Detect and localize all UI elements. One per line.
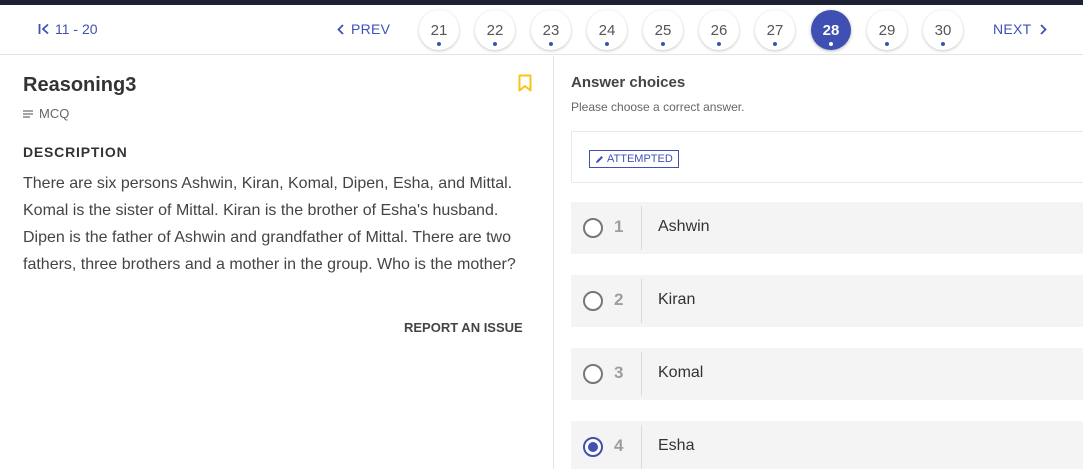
prev-label: PREV [351,21,391,37]
answer-option-3[interactable]: 3 Komal [571,348,1083,400]
question-title: Reasoning3 [23,74,137,96]
page-range-button[interactable]: 11 - 20 [38,21,98,37]
attempted-dot [437,42,441,46]
question-type: MCQ [23,106,69,121]
attempted-dot [661,42,665,46]
next-label: NEXT [993,21,1032,37]
page-number-28[interactable]: 28 [811,10,851,50]
option-divider [641,352,642,396]
page-number-22[interactable]: 22 [475,10,515,50]
answer-choices-heading: Answer choices [571,74,686,91]
bookmark-icon [518,74,532,92]
page-number-25[interactable]: 25 [643,10,683,50]
radio-button[interactable] [583,437,603,457]
radio-button[interactable] [583,364,603,384]
option-divider [641,425,642,469]
answer-status-box: ATTEMPTED [571,131,1083,183]
option-label: Esha [658,437,695,454]
question-description: There are six persons Ashwin, Kiran, Kom… [23,175,516,273]
prev-button[interactable]: PREV [337,21,390,37]
attempted-dot [829,42,833,46]
first-page-icon [38,23,50,35]
answer-panel: Answer choices Please choose a correct a… [555,56,1083,469]
pencil-icon [596,155,603,163]
question-panel: Reasoning3 MCQ DESCRIPTION There are six… [0,56,554,469]
question-type-label: MCQ [39,106,70,121]
page-number-29[interactable]: 29 [867,10,907,50]
option-number: 2 [614,290,624,309]
attempted-dot [549,42,553,46]
attempted-badge: ATTEMPTED [589,150,679,168]
option-number: 4 [614,436,624,455]
report-issue-link[interactable]: REPORT AN ISSUE [404,320,523,335]
page-number-23[interactable]: 23 [531,10,571,50]
answer-option-1[interactable]: 1 Ashwin [571,202,1083,254]
list-icon [23,109,33,118]
description-heading: DESCRIPTION [23,144,128,160]
answer-option-2[interactable]: 2 Kiran [571,275,1083,327]
answer-option-4[interactable]: 4 Esha [571,421,1083,469]
page-number-label: 26 [710,21,728,39]
chevron-right-icon [1039,23,1047,35]
attempted-dot [717,42,721,46]
page-number-label: 29 [878,21,896,39]
radio-button[interactable] [583,291,603,311]
option-divider [641,206,642,250]
option-divider [641,279,642,323]
page-number-21[interactable]: 21 [419,10,459,50]
attempted-dot [885,42,889,46]
page-number-label: 28 [822,21,840,39]
page-number-label: 23 [542,21,560,39]
next-button[interactable]: NEXT [993,21,1047,37]
chevron-left-icon [337,23,344,35]
attempted-dot [493,42,497,46]
page-number-30[interactable]: 30 [923,10,963,50]
option-number: 1 [614,217,624,236]
option-label: Komal [658,364,704,381]
page-number-27[interactable]: 27 [755,10,795,50]
attempted-dot [773,42,777,46]
page-number-label: 21 [430,21,448,39]
attempted-dot [605,42,609,46]
answer-choices-subheading: Please choose a correct answer. [571,100,745,114]
page-number-label: 22 [486,21,504,39]
bookmark-button[interactable] [518,74,532,97]
radio-button[interactable] [583,218,603,238]
option-number: 3 [614,363,624,382]
page-range-label: 11 - 20 [55,21,98,37]
attempted-dot [941,42,945,46]
page-number-label: 30 [934,21,952,39]
page-number-24[interactable]: 24 [587,10,627,50]
question-navigation: 11 - 20 PREV 21 22 23 24 25 26 27 28 29 30 NEXT [0,5,1083,55]
attempted-label: ATTEMPTED [607,153,673,165]
page-number-26[interactable]: 26 [699,10,739,50]
page-number-label: 24 [598,21,616,39]
page-number-label: 25 [654,21,672,39]
option-label: Ashwin [658,218,710,235]
page-number-label: 27 [766,21,784,39]
option-label: Kiran [658,291,696,308]
